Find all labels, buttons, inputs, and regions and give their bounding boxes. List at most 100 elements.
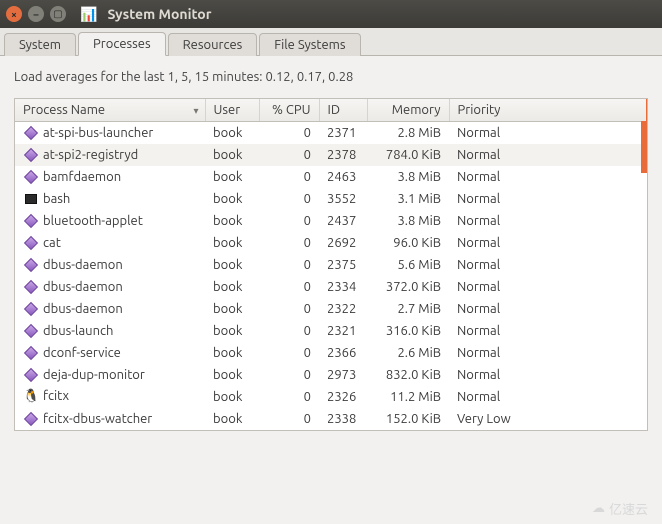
process-cpu-cell: 0 (259, 342, 319, 364)
process-memory-cell: 152.0 KiB (367, 408, 449, 430)
process-user-cell: book (205, 342, 259, 364)
process-id-cell: 2371 (319, 122, 367, 144)
table-row[interactable]: bashbook035523.1 MiBNormal (15, 188, 647, 210)
process-name-label: bamfdaemon (43, 170, 121, 184)
close-button[interactable]: × (6, 6, 22, 22)
tab-processes[interactable]: Processes (78, 32, 166, 56)
process-user-cell: book (205, 210, 259, 232)
table-row[interactable]: dbus-daemon book02334372.0 KiBNormal (15, 276, 647, 298)
process-name-cell: dbus-daemon (15, 298, 205, 320)
process-id-cell: 2321 (319, 320, 367, 342)
table-row[interactable]: dbus-daemonbook023222.7 MiBNormal (15, 298, 647, 320)
table-row[interactable]: fcitx-dbus-watcherbook02338152.0 KiBVery… (15, 408, 647, 430)
process-name-cell: at-spi2-registryd (15, 144, 205, 166)
process-id-cell: 2334 (319, 276, 367, 298)
content-area: Load averages for the last 1, 5, 15 minu… (0, 56, 662, 439)
process-priority-cell: Normal (449, 122, 647, 144)
col-header-user[interactable]: User (205, 99, 259, 122)
table-row[interactable]: dbus-launchbook02321316.0 KiBNormal (15, 320, 647, 342)
process-cpu-cell: 0 (259, 408, 319, 430)
col-header-cpu[interactable]: % CPU (259, 99, 319, 122)
process-priority-cell: Normal (449, 386, 647, 408)
table-row[interactable]: deja-dup-monitorbook02973832.0 KiBNormal (15, 364, 647, 386)
col-header-name-label: Process Name (23, 103, 105, 117)
table-row[interactable]: at-spi-bus-launcherbook023712.8 MiBNorma… (15, 122, 647, 144)
process-cpu-cell: 0 (259, 276, 319, 298)
process-id-cell: 2692 (319, 232, 367, 254)
process-memory-cell: 3.8 MiB (367, 210, 449, 232)
table-row[interactable]: 🐧fcitxbook0232611.2 MiBNormal (15, 386, 647, 408)
maximize-button[interactable]: ▢ (50, 6, 66, 22)
tab-system[interactable]: System (4, 33, 76, 56)
process-user-cell: book (205, 298, 259, 320)
process-name-cell: bash (15, 188, 205, 210)
process-name-cell: dbus-daemon (15, 276, 205, 298)
process-priority-cell: Normal (449, 254, 647, 276)
process-id-cell: 2375 (319, 254, 367, 276)
tab-filesystems[interactable]: File Systems (259, 33, 360, 56)
process-name-cell: 🐧fcitx (15, 386, 205, 408)
process-name-label: bluetooth-applet (43, 214, 143, 228)
table-row[interactable]: dconf-servicebook023662.6 MiBNormal (15, 342, 647, 364)
process-priority-cell: Normal (449, 144, 647, 166)
titlebar: × – ▢ 📊 System Monitor (0, 0, 662, 28)
process-id-cell: 2326 (319, 386, 367, 408)
process-priority-cell: Normal (449, 320, 647, 342)
app-icon: 📊 (80, 6, 97, 23)
process-cpu-cell: 0 (259, 232, 319, 254)
process-name-label: fcitx (43, 389, 69, 403)
process-cpu-cell: 0 (259, 320, 319, 342)
process-priority-cell: Normal (449, 342, 647, 364)
process-name-label: dbus-daemon (43, 280, 123, 294)
process-user-cell: book (205, 254, 259, 276)
process-user-cell: book (205, 144, 259, 166)
process-cpu-cell: 0 (259, 386, 319, 408)
process-user-cell: book (205, 276, 259, 298)
process-id-cell: 2322 (319, 298, 367, 320)
process-memory-cell: 784.0 KiB (367, 144, 449, 166)
process-memory-cell: 96.0 KiB (367, 232, 449, 254)
process-cpu-cell: 0 (259, 298, 319, 320)
col-header-priority[interactable]: Priority (449, 99, 647, 122)
process-priority-cell: Very Low (449, 408, 647, 430)
col-header-name[interactable]: Process Name ▾ (15, 99, 205, 122)
cloud-icon: ☁ (592, 501, 605, 516)
process-priority-cell: Normal (449, 188, 647, 210)
window-title: System Monitor (107, 6, 211, 22)
minimize-button[interactable]: – (28, 6, 44, 22)
table-row[interactable]: bamfdaemonbook024633.8 MiBNormal (15, 166, 647, 188)
col-header-id[interactable]: ID (319, 99, 367, 122)
process-cpu-cell: 0 (259, 210, 319, 232)
process-memory-cell: 2.7 MiB (367, 298, 449, 320)
watermark-text: 亿速云 (609, 499, 648, 518)
process-id-cell: 2437 (319, 210, 367, 232)
process-name-label: dbus-daemon (43, 302, 123, 316)
process-cpu-cell: 0 (259, 364, 319, 386)
tab-resources[interactable]: Resources (168, 33, 258, 56)
process-id-cell: 2378 (319, 144, 367, 166)
process-name-label: at-spi-bus-launcher (43, 126, 153, 140)
process-memory-cell: 2.6 MiB (367, 342, 449, 364)
process-name-cell: bamfdaemon (15, 166, 205, 188)
table-row[interactable]: bluetooth-applet book024373.8 MiBNormal (15, 210, 647, 232)
process-id-cell: 2973 (319, 364, 367, 386)
table-row[interactable]: at-spi2-registrydbook02378784.0 KiBNorma… (15, 144, 647, 166)
process-cpu-cell: 0 (259, 188, 319, 210)
process-priority-cell: Normal (449, 276, 647, 298)
process-name-label: deja-dup-monitor (43, 368, 145, 382)
process-name-label: fcitx-dbus-watcher (43, 412, 152, 426)
table-row[interactable]: catbook0269296.0 KiBNormal (15, 232, 647, 254)
process-memory-cell: 372.0 KiB (367, 276, 449, 298)
process-priority-cell: Normal (449, 210, 647, 232)
process-memory-cell: 3.1 MiB (367, 188, 449, 210)
col-header-memory[interactable]: Memory (367, 99, 449, 122)
process-memory-cell: 2.8 MiB (367, 122, 449, 144)
process-user-cell: book (205, 364, 259, 386)
process-name-label: cat (43, 236, 61, 250)
process-id-cell: 2366 (319, 342, 367, 364)
process-cpu-cell: 0 (259, 166, 319, 188)
process-cpu-cell: 0 (259, 122, 319, 144)
process-cpu-cell: 0 (259, 254, 319, 276)
process-memory-cell: 832.0 KiB (367, 364, 449, 386)
table-row[interactable]: dbus-daemonbook023755.6 MiBNormal (15, 254, 647, 276)
